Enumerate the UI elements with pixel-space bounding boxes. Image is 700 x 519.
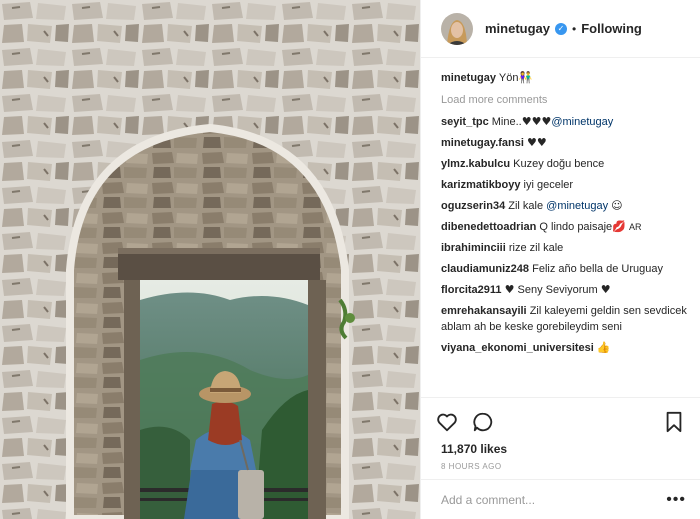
- comment-icon[interactable]: [471, 410, 495, 434]
- comment-item: emrehakansayili Zil kaleyemi geldin sen …: [441, 303, 690, 335]
- header-separator: •: [572, 21, 577, 36]
- comment-mention-link[interactable]: @minetugay: [546, 200, 608, 212]
- comment-username[interactable]: dibenedettoadrian: [441, 221, 536, 233]
- comment-item: karizmatikboyy iyi geceler: [441, 177, 690, 193]
- comment-item: oguzserin34 Zil kale @minetugay ☺: [441, 198, 690, 214]
- comment-username[interactable]: minetugay.fansi: [441, 137, 524, 149]
- comment-username[interactable]: viyana_ekonomi_universitesi: [441, 342, 594, 354]
- comment-text: Seny Seviyorum: [517, 284, 598, 296]
- comment-text: Zil kale: [508, 200, 544, 212]
- heart-emoji-icon: ♥: [504, 283, 515, 296]
- heart-icon[interactable]: [435, 410, 459, 434]
- post-side-panel: minetugay ✓ • Following minetugay Yön👫 L…: [420, 0, 700, 519]
- post-timestamp: 8 HOURS AGO: [441, 462, 502, 471]
- comment-text: iyi geceler: [523, 179, 574, 191]
- avatar[interactable]: [441, 12, 473, 45]
- likes-count[interactable]: 11,870 likes: [421, 436, 700, 456]
- more-options-icon[interactable]: •••: [666, 491, 686, 507]
- post-header: minetugay ✓ • Following: [421, 0, 700, 58]
- comment-text: Mine..: [491, 116, 522, 128]
- comment-username[interactable]: seyit_tpc: [441, 116, 489, 128]
- caption-username[interactable]: minetugay: [441, 72, 496, 84]
- comment-item: seyit_tpc Mine..♥♥♥@minetugay: [441, 114, 690, 130]
- thumbs-up-emoji-icon: 👍: [596, 341, 611, 354]
- comment-item: dibenedettoadrian Q lindo paisaje💋 AR: [441, 219, 690, 235]
- comment-item: florcita2911 ♥ Seny Seviyorum ♥: [441, 282, 690, 298]
- couple-emoji-icon: 👫: [518, 71, 533, 84]
- username-link[interactable]: minetugay: [485, 21, 550, 36]
- castle-gate-photo: [0, 0, 420, 519]
- hearts-emoji-icon: ♥♥: [527, 136, 547, 149]
- comment-text: Q lindo paisaje: [539, 221, 613, 233]
- comment-username[interactable]: karizmatikboyy: [441, 179, 520, 191]
- post-photo[interactable]: [0, 0, 420, 519]
- instagram-post: minetugay ✓ • Following minetugay Yön👫 L…: [0, 0, 700, 519]
- comment-username[interactable]: florcita2911: [441, 284, 502, 296]
- smile-emoji-icon: ☺: [611, 199, 623, 212]
- comment-username[interactable]: emrehakansayili: [441, 305, 527, 317]
- comment-item: minetugay.fansi ♥♥: [441, 135, 690, 151]
- comment-text: rize zil kale: [508, 242, 564, 254]
- heart-emoji-icon: ♥: [600, 283, 611, 296]
- following-button[interactable]: Following: [581, 21, 642, 36]
- load-more-comments-button[interactable]: Load more comments: [441, 92, 690, 108]
- bookmark-icon[interactable]: [662, 410, 686, 434]
- comment-text: Feliz año bella de Uruguay: [532, 263, 663, 275]
- comment-username[interactable]: ibrahiminciii: [441, 242, 506, 254]
- comment-item: ylmz.kabulcu Kuzey doğu bence: [441, 156, 690, 172]
- comments-list: minetugay Yön👫 Load more comments seyit_…: [441, 70, 690, 361]
- post-caption: minetugay Yön👫: [441, 70, 690, 86]
- lips-emoji-icon: 💋: [612, 220, 626, 233]
- comment-input[interactable]: [441, 492, 641, 507]
- comment-text: Kuzey doğu bence: [513, 158, 605, 170]
- caption-text: Yön: [498, 72, 519, 84]
- comment-username[interactable]: claudiamuniz248: [441, 263, 529, 275]
- comment-mention-link[interactable]: @minetugay: [551, 116, 613, 128]
- hearts-emoji-icon: ♥♥♥: [521, 115, 552, 128]
- comment-suffix: AR: [628, 222, 642, 232]
- comment-username[interactable]: ylmz.kabulcu: [441, 158, 510, 170]
- verified-badge-icon: ✓: [555, 22, 568, 35]
- post-actions-section: 11,870 likes 8 HOURS AGO: [421, 397, 700, 471]
- add-comment-bar: •••: [421, 479, 700, 519]
- comment-item: viyana_ekonomi_universitesi 👍: [441, 340, 690, 356]
- action-bar: [421, 398, 700, 436]
- comment-item: ibrahiminciii rize zil kale: [441, 240, 690, 256]
- comment-username[interactable]: oguzserin34: [441, 200, 505, 212]
- comment-item: claudiamuniz248 Feliz año bella de Urugu…: [441, 261, 690, 277]
